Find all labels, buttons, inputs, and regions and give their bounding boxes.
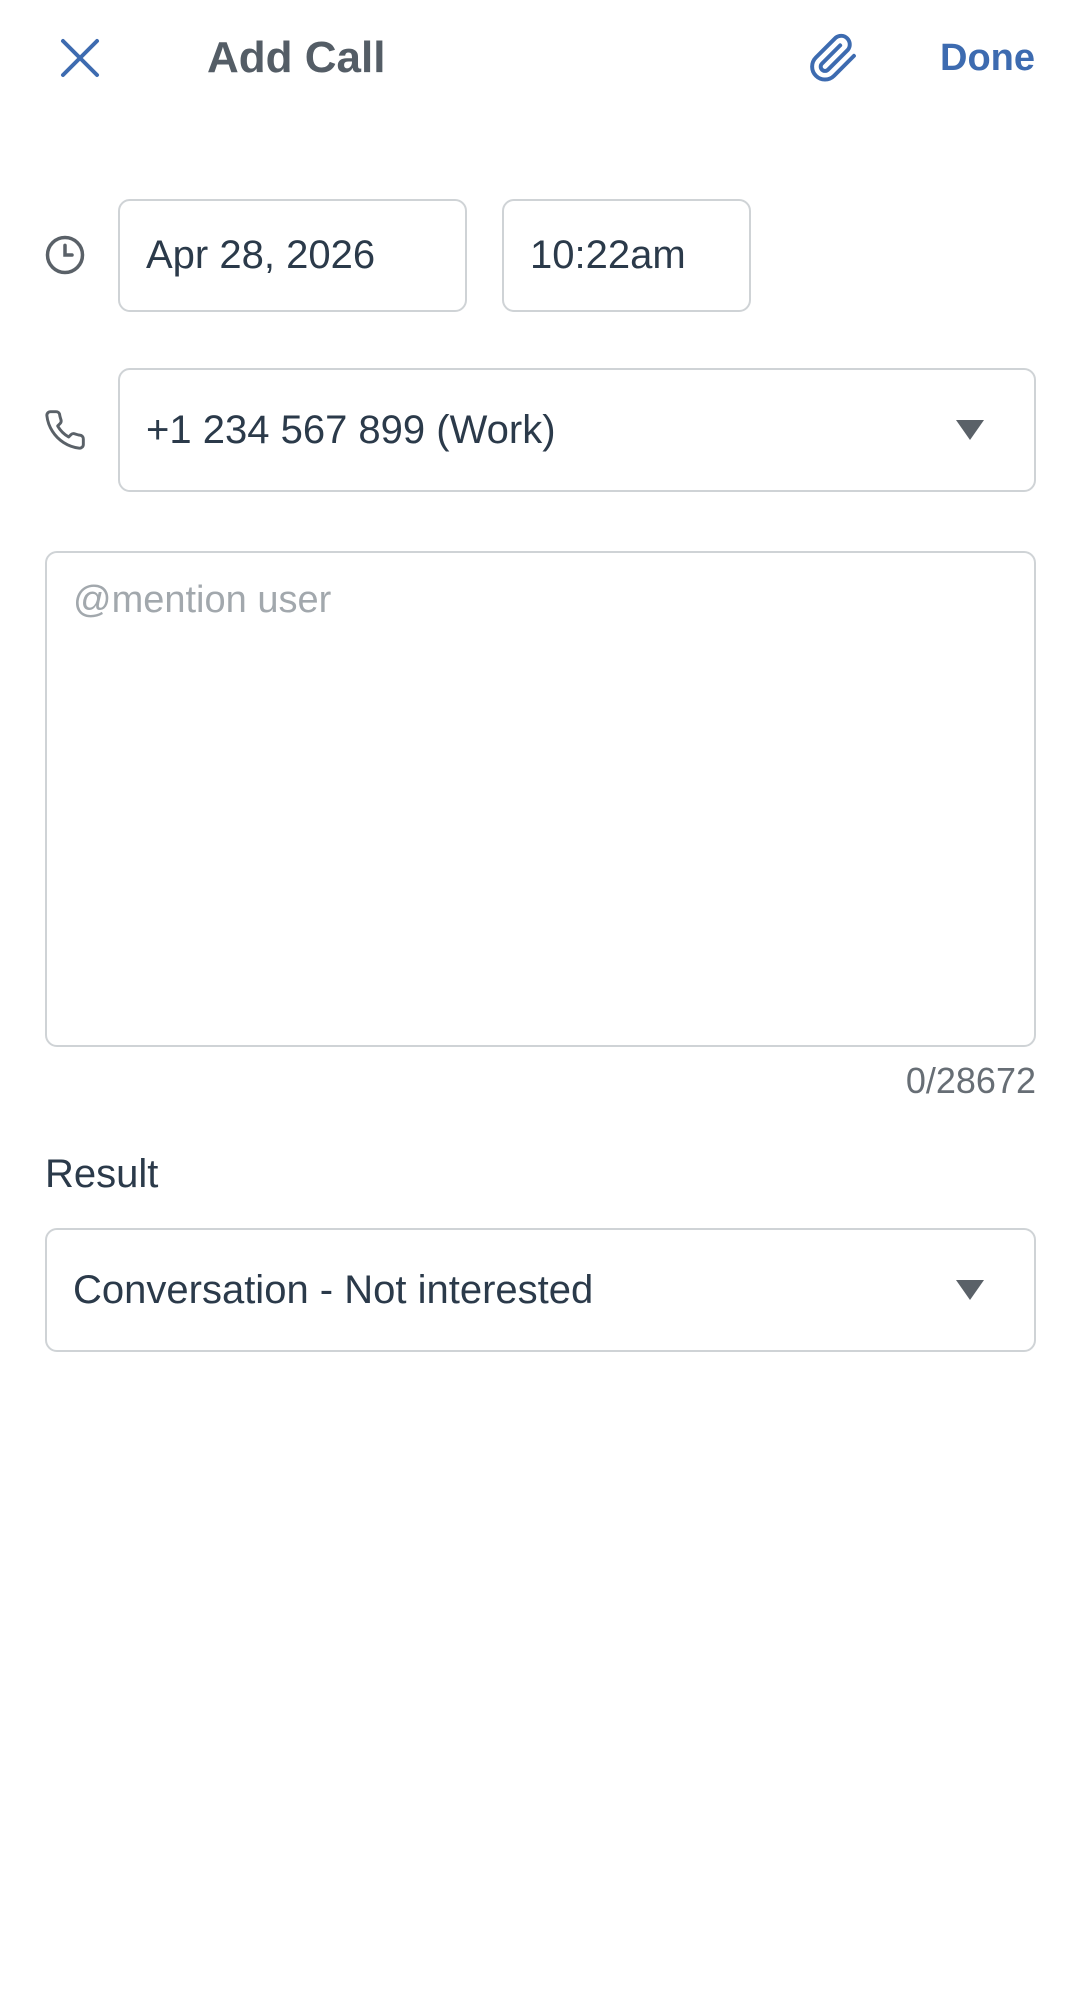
phone-icon	[40, 405, 90, 455]
caret-down-icon	[956, 420, 984, 440]
paperclip-icon	[810, 33, 856, 82]
close-button[interactable]	[52, 30, 108, 86]
phone-number-select[interactable]: +1 234 567 899 (Work)	[118, 368, 1036, 492]
attach-button[interactable]	[800, 26, 864, 90]
notes-placeholder: @mention user	[73, 579, 332, 621]
clock-icon	[40, 230, 90, 280]
phone-selected-value: +1 234 567 899 (Work)	[146, 407, 556, 452]
time-value: 10:22am	[530, 233, 686, 277]
result-selected-value: Conversation - Not interested	[73, 1267, 594, 1312]
page-title: Add Call	[207, 33, 386, 82]
notes-textarea[interactable]: @mention user	[45, 551, 1036, 1047]
character-counter: 0/28672	[905, 1060, 1036, 1101]
date-field[interactable]: Apr 28, 2026	[118, 199, 467, 312]
close-icon	[61, 39, 99, 77]
date-value: Apr 28, 2026	[146, 233, 376, 277]
caret-down-icon	[956, 1280, 984, 1300]
top-bar: Add Call Done	[0, 0, 1080, 115]
time-field[interactable]: 10:22am	[502, 199, 751, 312]
result-select[interactable]: Conversation - Not interested	[45, 1228, 1036, 1352]
result-label: Result	[45, 1152, 159, 1196]
done-button[interactable]: Done	[940, 28, 1035, 88]
